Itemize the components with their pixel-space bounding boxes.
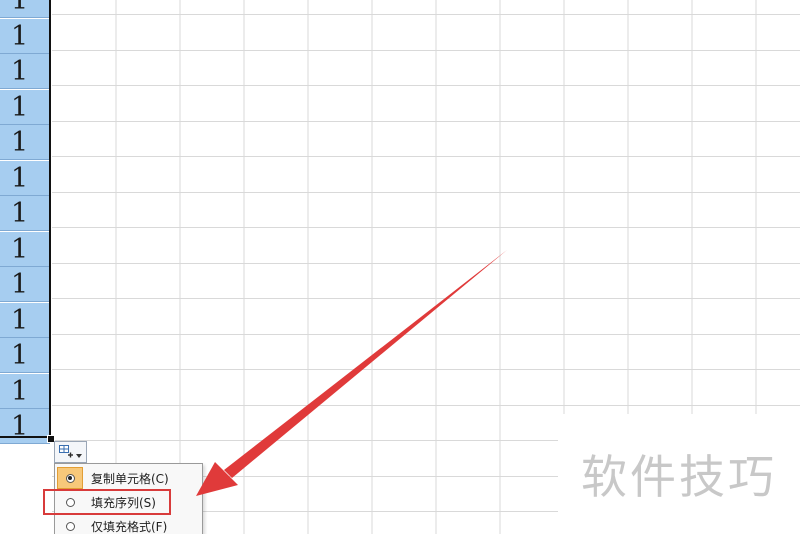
selected-cell[interactable]: 1 <box>0 54 50 89</box>
selected-cell[interactable]: 1 <box>0 302 50 338</box>
selected-cell[interactable]: 1 <box>0 409 50 444</box>
chevron-down-icon <box>76 443 82 462</box>
selected-cell[interactable]: 1 <box>0 373 50 409</box>
menu-item-label: 填充序列(S) <box>91 495 156 510</box>
selected-cell[interactable]: 1 <box>0 89 50 125</box>
autofill-options-button[interactable] <box>54 441 87 463</box>
selected-cell[interactable]: 1 <box>0 267 50 302</box>
autofill-options-icon <box>59 443 73 462</box>
radio-unchecked-icon <box>57 491 83 513</box>
autofill-options-menu: 复制单元格(C) 填充序列(S) 仅填充格式(F) <box>54 463 203 534</box>
menu-item-label: 仅填充格式(F) <box>91 519 168 534</box>
selected-cell[interactable]: 1 <box>0 18 50 54</box>
spreadsheet-screenshot: 1111111111111 复制单元格(C) 填充序列(S) 仅填充格式(F) … <box>0 0 800 534</box>
selected-cell[interactable]: 1 <box>0 0 50 18</box>
menu-item-label: 复制单元格(C) <box>91 471 169 486</box>
radio-unchecked-icon <box>57 515 83 534</box>
menu-item-fill-series[interactable]: 填充序列(S) <box>57 490 200 514</box>
radio-checked-icon <box>57 467 83 489</box>
selected-cell[interactable]: 1 <box>0 196 50 231</box>
menu-item-fill-formatting-only[interactable]: 仅填充格式(F) <box>57 514 200 534</box>
selected-cell[interactable]: 1 <box>0 338 50 373</box>
watermark-text: 软件技巧 <box>581 450 777 504</box>
selected-cell[interactable]: 1 <box>0 160 50 196</box>
watermark: 软件技巧 <box>558 414 800 534</box>
menu-item-copy-cells[interactable]: 复制单元格(C) <box>57 466 200 490</box>
selected-cell[interactable]: 1 <box>0 125 50 160</box>
selected-cell[interactable]: 1 <box>0 231 50 267</box>
